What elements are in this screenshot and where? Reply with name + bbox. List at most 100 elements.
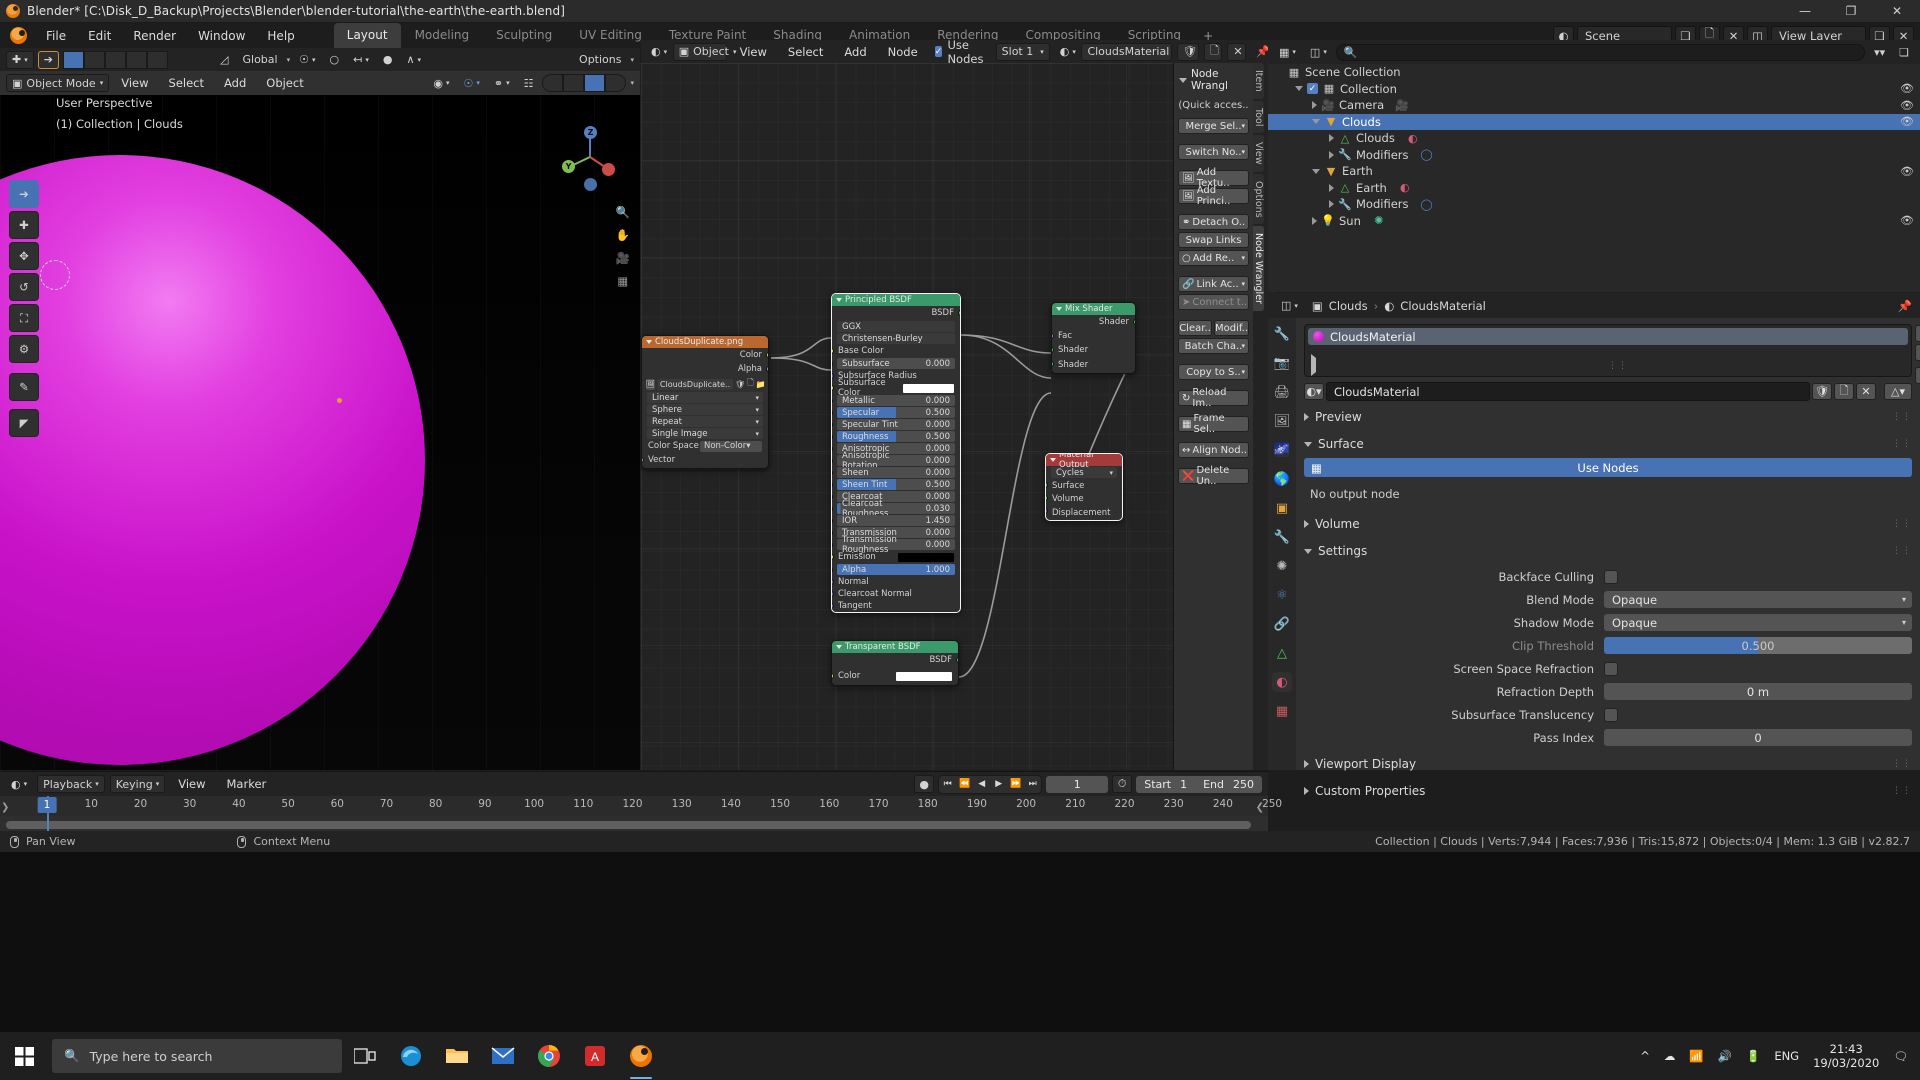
- outliner-row-scene-collection[interactable]: ▦ Scene Collection: [1268, 64, 1920, 81]
- taskbar-search-input[interactable]: 🔍 Type here to search: [52, 1039, 342, 1073]
- tab-modeling[interactable]: Modeling: [402, 23, 483, 48]
- menu-window[interactable]: Window: [187, 25, 256, 47]
- volume-disclosure-icon[interactable]: [1304, 520, 1309, 528]
- principled-row[interactable]: Sheen 0.000: [832, 467, 955, 478]
- jump-prev-keyframe-button[interactable]: ⏪: [956, 776, 973, 793]
- vtab-node-wrangler[interactable]: Node Wrangler: [1253, 226, 1264, 312]
- material-unlink-button[interactable]: ✕: [1856, 383, 1876, 400]
- disclosure-icon[interactable]: [1329, 150, 1334, 159]
- menu-edit[interactable]: Edit: [77, 25, 122, 47]
- tool-select-box[interactable]: ➔: [9, 180, 39, 208]
- input-socket[interactable]: [832, 410, 833, 416]
- surface-grip-icon[interactable]: ⋮⋮: [1892, 439, 1912, 449]
- tab-tool-properties[interactable]: 🔧: [1272, 324, 1292, 344]
- input-socket[interactable]: [832, 470, 833, 476]
- output-displacement-socket[interactable]: [1046, 508, 1048, 514]
- object-mode-dropdown[interactable]: ▣ Object Mode ▾: [6, 74, 110, 92]
- principled-row[interactable]: Roughness 0.500: [832, 431, 955, 442]
- color-space-dropdown[interactable]: Non-Color ▾: [700, 440, 762, 452]
- notifications-icon[interactable]: 🗨: [1893, 1049, 1908, 1063]
- edge-browser-icon[interactable]: [388, 1032, 434, 1080]
- mix-shader1-socket[interactable]: [1052, 347, 1054, 353]
- transparent-bsdf-node-header[interactable]: Transparent BSDF: [832, 641, 958, 653]
- timeline-menu-view[interactable]: View: [170, 775, 213, 793]
- breadcrumb-object[interactable]: Clouds: [1329, 299, 1368, 313]
- viewport-canvas[interactable]: User Perspective (1) Collection | Clouds…: [0, 95, 640, 770]
- show-gizmo-icon[interactable]: ☉ ▾: [458, 74, 484, 92]
- shading-rendered[interactable]: [605, 74, 627, 92]
- copy-to-selected-button[interactable]: Copy to S.. ▾: [1178, 364, 1249, 380]
- image-name-field[interactable]: CloudsDuplicate..: [656, 378, 734, 390]
- viewport-menu-object[interactable]: Object: [258, 74, 311, 92]
- viewport-options-label[interactable]: Options: [574, 51, 626, 69]
- viewport-menu-select[interactable]: Select: [161, 74, 212, 92]
- settings-panel-header[interactable]: Settings ⋮⋮: [1304, 540, 1912, 562]
- chrome-browser-icon[interactable]: [526, 1032, 572, 1080]
- material-fake-user-button[interactable]: 🛡: [1812, 383, 1832, 400]
- vtab-tool[interactable]: Tool: [1253, 100, 1264, 134]
- cursor-tool-dropdown[interactable]: ✚ ▾: [6, 50, 34, 69]
- viewport-display-panel-header[interactable]: Viewport Display ⋮⋮: [1304, 753, 1912, 775]
- input-socket[interactable]: [832, 579, 834, 585]
- disclosure-icon[interactable]: [1329, 200, 1334, 209]
- output-collapse-icon[interactable]: [1050, 458, 1056, 462]
- input-socket[interactable]: [832, 398, 833, 404]
- timeline-ruler[interactable]: 10 20 30 40 50 60 70 80 90 100 110 120 130 140 150 160 1…: [0, 796, 1282, 816]
- visibility-eye-icon[interactable]: 👁: [1900, 214, 1914, 227]
- color-swatch[interactable]: [903, 383, 954, 393]
- remove-material-slot-button[interactable]: −: [1915, 344, 1920, 361]
- use-preview-range-button[interactable]: ⏱: [1112, 775, 1133, 793]
- settings-dropdown[interactable]: Opaque ▾: [1604, 614, 1912, 631]
- mail-icon[interactable]: [480, 1032, 526, 1080]
- principled-row[interactable]: Sheen Tint 0.500: [832, 479, 955, 490]
- interpolation-dropdown[interactable]: Linear ▾: [647, 392, 763, 403]
- input-socket[interactable]: [832, 422, 833, 428]
- material-output-node-header[interactable]: Material Output: [1046, 454, 1122, 470]
- tab-world-properties[interactable]: 🌎: [1272, 469, 1292, 489]
- swap-links-button[interactable]: Swap Links: [1178, 232, 1249, 248]
- jump-to-end-button[interactable]: ⏭: [1024, 776, 1041, 793]
- pan-hand-icon[interactable]: ✋: [616, 228, 630, 242]
- 3d-viewport[interactable]: ✚ ▾ ➔ ◿ Global ▾ ☉ ▾ ○ ↤ ▾ ● ∧ ▾ Options ▾: [0, 48, 640, 770]
- tool-scale[interactable]: ⛶: [9, 304, 39, 332]
- add-material-slot-button[interactable]: +: [1915, 325, 1920, 342]
- material-new-copy-button[interactable]: 🗋: [1834, 383, 1854, 400]
- transparent-output-socket[interactable]: [956, 657, 958, 663]
- properties-pin-icon[interactable]: 📌: [1898, 299, 1912, 313]
- acrobat-reader-icon[interactable]: A: [572, 1032, 618, 1080]
- auto-keying-button[interactable]: ●: [914, 775, 935, 793]
- outliner-row-camera[interactable]: 🎥 Camera 🎥 👁: [1268, 97, 1920, 114]
- falloff-curve-icon[interactable]: ∧ ▾: [401, 51, 426, 69]
- outliner-row-modifiers[interactable]: 🔧 Modifiers ◯: [1268, 147, 1920, 164]
- preview-grip-icon[interactable]: ⋮⋮: [1892, 412, 1912, 422]
- input-socket[interactable]: [832, 434, 833, 440]
- disclosure-icon[interactable]: [1329, 134, 1334, 143]
- principled-row[interactable]: Base Color: [832, 345, 960, 357]
- link-active-button[interactable]: 🔗 Link Ac.. ▾: [1178, 276, 1249, 292]
- slot-expand-icon[interactable]: [1311, 354, 1316, 376]
- input-socket[interactable]: [832, 482, 833, 488]
- visibility-selectability-icon[interactable]: ◉ ▾: [428, 74, 454, 92]
- image-browse-icon[interactable]: 🖼: [646, 378, 655, 390]
- material-assign-mode-dropdown[interactable]: △▾: [1884, 383, 1912, 400]
- taskbar-clock[interactable]: 21:43 19/03/2020: [1813, 1042, 1879, 1071]
- list-grip-icon[interactable]: ⋮⋮: [1608, 361, 1628, 371]
- vtab-options[interactable]: Options: [1253, 173, 1264, 225]
- material-copy-icon[interactable]: 🗋: [1203, 42, 1223, 61]
- input-socket[interactable]: [832, 554, 834, 560]
- tab-output-properties[interactable]: 🖨: [1272, 382, 1292, 402]
- outliner-editor-type-icon[interactable]: ▦ ▾: [1274, 43, 1301, 61]
- visibility-eye-icon[interactable]: 👁: [1900, 165, 1914, 178]
- tray-expand-icon[interactable]: ^: [1640, 1049, 1650, 1063]
- image-copy-icon[interactable]: 🗋: [747, 377, 753, 391]
- reload-images-button[interactable]: ↻ Reload Im..: [1178, 387, 1249, 409]
- material-icon[interactable]: ◐: [1398, 181, 1412, 195]
- node-menu-node[interactable]: Node: [880, 43, 926, 61]
- volume-grip-icon[interactable]: ⋮⋮: [1892, 519, 1912, 529]
- input-socket[interactable]: [832, 385, 834, 391]
- principled-row[interactable]: Specular 0.500: [832, 407, 955, 418]
- minimize-button[interactable]: —: [1782, 0, 1828, 23]
- menu-file[interactable]: File: [35, 25, 77, 47]
- xray-toggle-icon[interactable]: ☷: [519, 74, 539, 92]
- principled-row[interactable]: Clearcoat Roughness 0.030: [832, 499, 955, 519]
